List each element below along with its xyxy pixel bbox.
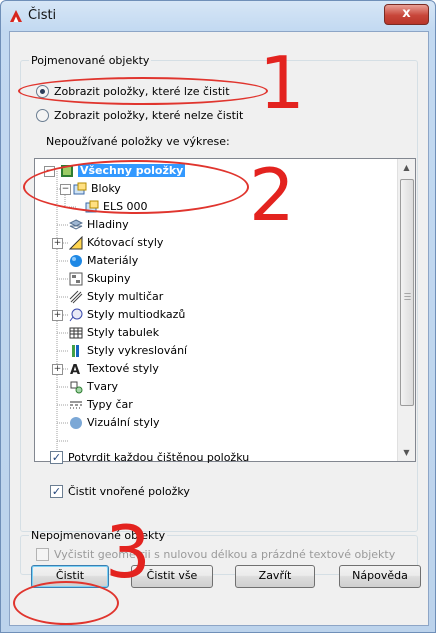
dimension-styles-icon <box>69 236 83 250</box>
text-styles-icon: A <box>70 363 80 376</box>
expand-text-styles-toggle[interactable]: + <box>52 364 63 375</box>
tree-item-groups-label: Skupiny <box>87 272 131 285</box>
annotation-number-1: 1 <box>259 41 305 125</box>
checkbox-purge-nested[interactable]: ✓ Čistit vnořené položky <box>50 484 190 498</box>
dialog-client-area: Pojmenované objekty Zobrazit položky, kt… <box>9 31 429 626</box>
multileader-styles-icon <box>69 308 83 322</box>
annotation-ellipse-2 <box>23 160 249 214</box>
expand-dimension-styles-toggle[interactable]: + <box>52 238 63 249</box>
tree-item-materials[interactable]: Materiály <box>69 252 138 270</box>
annotation-number-2: 2 <box>249 153 295 237</box>
radio-show-nonpurgeable[interactable]: Zobrazit položky, které nelze čistit <box>36 108 243 122</box>
linetypes-icon <box>70 401 82 409</box>
scroll-up-arrow-icon[interactable]: ▲ <box>398 159 415 176</box>
tree-item-multiline-styles-label: Styly multičar <box>87 290 164 303</box>
tree-item-visual-styles[interactable]: Vizuální styly <box>69 414 160 432</box>
tree-item-multiline-styles[interactable]: Styly multičar <box>69 288 163 306</box>
tree-item-dimension-styles[interactable]: Kótovací styly <box>69 234 163 252</box>
tree-item-table-styles[interactable]: Styly tabulek <box>69 324 159 342</box>
tree-item-multileader-styles[interactable]: Styly multiodkazů <box>69 306 185 324</box>
tree-item-layers[interactable]: Hladiny <box>69 216 129 234</box>
groups-icon <box>69 272 83 286</box>
tree-scrollbar[interactable]: ▲ — — — ▼ <box>397 159 415 461</box>
materials-icon <box>70 255 82 267</box>
checkbox-confirm-each[interactable]: ✓ Potvrdit každou čištěnou položku <box>50 450 249 464</box>
tree-item-multileader-styles-label: Styly multiodkazů <box>87 308 186 321</box>
radio-show-nonpurgeable-label: Zobrazit položky, které nelze čistit <box>54 108 244 122</box>
help-button[interactable]: Nápověda <box>339 565 421 588</box>
tree-item-plot-styles[interactable]: Styly vykreslování <box>69 342 187 360</box>
tree-item-materials-label: Materiály <box>87 254 139 267</box>
scrollbar-thumb[interactable]: — — — <box>400 179 414 406</box>
tree-caption: Nepoužívané položky ve výkrese: <box>46 135 230 148</box>
tree-item-text-styles[interactable]: A Textové styly <box>69 360 159 378</box>
checkbox-checked[interactable]: ✓ <box>50 484 63 498</box>
title-bar[interactable]: Čisti x <box>1 1 435 31</box>
tree-item-plot-styles-label: Styly vykreslování <box>87 344 188 357</box>
tree-item-shapes-label: Tvary <box>87 380 119 393</box>
tree-item-groups[interactable]: Skupiny <box>69 270 131 288</box>
checkbox-confirm-each-label: Potvrdit každou čištěnou položku <box>68 450 250 464</box>
checkbox-disabled <box>36 547 49 561</box>
close-window-button[interactable]: x <box>384 4 429 25</box>
annotation-ellipse-3 <box>13 581 119 625</box>
autocad-app-icon <box>10 10 22 22</box>
named-objects-legend: Pojmenované objekty <box>31 54 150 67</box>
tree-item-text-styles-label: Textové styly <box>87 362 159 375</box>
grip-icon: — — — <box>404 289 411 303</box>
checkbox-zero-length-geometry: Vyčistit geometrii s nulovou délkou a pr… <box>36 547 395 561</box>
plot-styles-icon <box>72 345 79 357</box>
tree-item-layers-label: Hladiny <box>87 218 129 231</box>
tree-item-dimension-styles-label: Kótovací styly <box>87 236 164 249</box>
multiline-styles-icon <box>69 290 83 304</box>
svg-text:A: A <box>70 363 80 376</box>
table-styles-icon <box>69 327 83 339</box>
tree-item-linetypes-label: Typy čar <box>87 398 133 411</box>
tree-item-linetypes[interactable]: Typy čar <box>69 396 133 414</box>
radio-button[interactable] <box>36 108 49 122</box>
close-button[interactable]: Zavřít <box>235 565 315 588</box>
checkbox-purge-nested-label: Čistit vnořené položky <box>68 484 190 498</box>
shapes-icon <box>70 381 83 394</box>
purge-dialog: Čisti x Pojmenované objekty Zobrazit pol… <box>0 0 436 633</box>
expand-multileader-styles-toggle[interactable]: + <box>52 310 63 321</box>
visual-styles-icon <box>70 417 82 429</box>
tree-item-shapes[interactable]: Tvary <box>69 378 118 396</box>
layers-icon <box>69 219 83 230</box>
window-title: Čisti <box>28 8 57 23</box>
annotation-number-3: 3 <box>105 510 151 594</box>
tree-item-table-styles-label: Styly tabulek <box>87 326 160 339</box>
tree-item-visual-styles-label: Vizuální styly <box>87 416 160 429</box>
scroll-down-arrow-icon[interactable]: ▼ <box>398 444 415 461</box>
checkbox-checked[interactable]: ✓ <box>50 450 63 464</box>
annotation-ellipse-1 <box>18 77 268 105</box>
